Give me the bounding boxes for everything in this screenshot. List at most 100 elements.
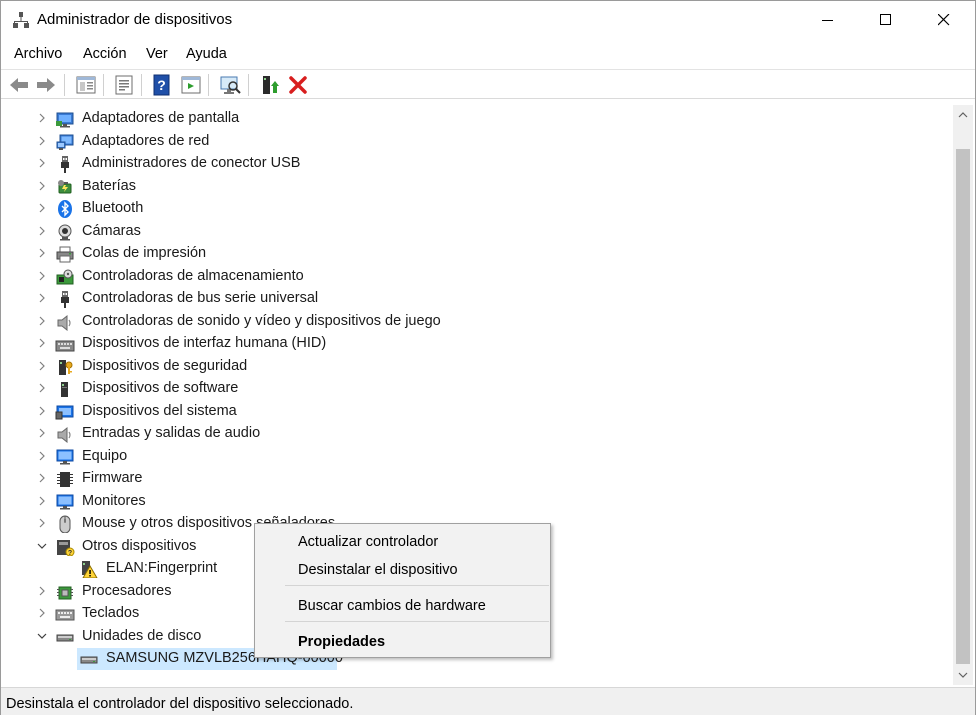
menu-ayuda[interactable]: Ayuda	[186, 46, 227, 62]
toolbar-separator	[141, 74, 142, 96]
scroll-up-icon[interactable]	[953, 105, 973, 125]
tree-item-label: Dispositivos de software	[82, 380, 239, 396]
menu-item-uninstall-device[interactable]: Desinstalar el dispositivo	[255, 557, 550, 583]
menu-bar: Archivo Acción Ver Ayuda	[1, 43, 975, 67]
tree-item-label: Administradores de conector USB	[82, 155, 301, 171]
chevron-right-icon[interactable]	[35, 246, 49, 260]
chevron-right-icon[interactable]	[35, 516, 49, 530]
device-category[interactable]: Dispositivos de software	[3, 378, 603, 400]
chevron-right-icon[interactable]	[35, 179, 49, 193]
action-pane-icon[interactable]	[179, 73, 203, 97]
menu-separator	[285, 621, 549, 622]
device-category[interactable]: Dispositivos del sistema	[3, 401, 603, 423]
tree-item-label: ELAN:Fingerprint	[106, 560, 218, 576]
uninstall-icon[interactable]	[286, 73, 310, 97]
device-category[interactable]: Bluetooth	[3, 198, 603, 220]
toolbar-separator	[208, 74, 209, 96]
chevron-right-icon[interactable]	[35, 111, 49, 125]
menu-item-scan-hardware[interactable]: Buscar cambios de hardware	[255, 593, 550, 619]
close-button[interactable]	[921, 1, 967, 39]
context-menu: Actualizar controlador Desinstalar el di…	[254, 523, 551, 658]
device-category[interactable]: Monitores	[3, 491, 603, 513]
vertical-scrollbar[interactable]	[953, 105, 973, 685]
scroll-down-icon[interactable]	[953, 665, 973, 685]
hid-icon	[55, 340, 75, 352]
device-category[interactable]: Colas de impresión	[3, 243, 603, 265]
chevron-right-icon[interactable]	[35, 156, 49, 170]
camera-icon	[58, 224, 72, 240]
maximize-button[interactable]	[863, 1, 909, 39]
scroll-thumb[interactable]	[956, 149, 970, 664]
chevron-right-icon[interactable]	[35, 584, 49, 598]
tree-item-label: Baterías	[82, 177, 136, 194]
chevron-right-icon[interactable]	[35, 449, 49, 463]
device-category[interactable]: Adaptadores de red	[3, 131, 603, 153]
menu-item-update-driver[interactable]: Actualizar controlador	[255, 529, 550, 555]
display-adapter-icon	[56, 112, 74, 128]
menu-archivo[interactable]: Archivo	[14, 46, 62, 62]
close-icon	[938, 14, 950, 26]
chevron-right-icon[interactable]	[35, 291, 49, 305]
computer-icon	[56, 449, 74, 464]
chevron-right-icon[interactable]	[35, 269, 49, 283]
storage-controller-icon	[56, 269, 74, 284]
tree-item-label: Firmware	[82, 470, 143, 486]
network-adapter-icon	[56, 134, 74, 150]
chevron-right-icon[interactable]	[35, 359, 49, 373]
bluetooth-icon	[58, 200, 72, 218]
chevron-down-icon[interactable]	[35, 629, 49, 643]
device-category[interactable]: Dispositivos de seguridad	[3, 356, 603, 378]
device-category[interactable]: Cámaras	[3, 221, 603, 243]
menu-item-properties[interactable]: Propiedades	[255, 629, 550, 655]
device-category[interactable]: Entradas y salidas de audio	[3, 423, 603, 445]
device-category[interactable]: Firmware	[3, 468, 603, 490]
help-icon[interactable]: ?	[150, 73, 174, 97]
device-category[interactable]: Adaptadores de pantalla	[3, 108, 603, 130]
chevron-right-icon[interactable]	[35, 381, 49, 395]
device-category[interactable]: Baterías	[3, 176, 603, 198]
chevron-right-icon[interactable]	[35, 471, 49, 485]
chevron-right-icon[interactable]	[35, 426, 49, 440]
device-category[interactable]: Controladoras de sonido y vídeo y dispos…	[3, 311, 603, 333]
chevron-right-icon[interactable]	[35, 404, 49, 418]
properties-icon[interactable]	[112, 73, 136, 97]
tree-item-label: Unidades de disco	[82, 627, 202, 644]
menu-separator	[285, 585, 549, 586]
device-category[interactable]: Administradores de conector USB	[3, 153, 603, 175]
chevron-right-icon[interactable]	[35, 494, 49, 508]
tree-item-label: Bluetooth	[82, 200, 144, 216]
chevron-right-icon[interactable]	[35, 134, 49, 148]
chevron-right-icon[interactable]	[35, 224, 49, 238]
tree-item-label: Otros dispositivos	[82, 537, 197, 554]
audio-io-icon	[57, 426, 71, 443]
device-category[interactable]: Controladoras de bus serie universal	[3, 288, 603, 310]
device-category[interactable]: Dispositivos de interfaz humana (HID)	[3, 333, 603, 355]
chevron-right-icon[interactable]	[35, 606, 49, 620]
svg-text:?: ?	[68, 550, 72, 556]
update-driver-icon[interactable]	[258, 73, 282, 97]
scan-hardware-icon[interactable]	[218, 73, 242, 97]
device-category[interactable]: Controladoras de almacenamiento	[3, 266, 603, 288]
device-category[interactable]: Equipo	[3, 446, 603, 468]
chevron-right-icon[interactable]	[35, 314, 49, 328]
processor-icon	[57, 586, 73, 599]
tree-item-label: Controladoras de bus serie universal	[82, 290, 319, 306]
tree-item-label: Cámaras	[82, 222, 141, 239]
show-hide-tree-icon[interactable]	[74, 73, 98, 97]
tree-item-label: Controladoras de sonido y vídeo y dispos…	[82, 312, 441, 329]
back-icon[interactable]	[7, 73, 31, 97]
menu-item-label: Actualizar controlador	[298, 534, 439, 550]
chevron-down-icon[interactable]	[35, 539, 49, 553]
tree-item-label: Entradas y salidas de audio	[82, 425, 261, 441]
menu-accion[interactable]: Acción	[83, 46, 127, 62]
sound-icon	[57, 314, 71, 331]
menu-ver[interactable]: Ver	[146, 46, 168, 62]
minimize-icon	[822, 20, 833, 21]
tree-item-label: Colas de impresión	[82, 245, 207, 261]
minimize-button[interactable]	[805, 1, 851, 39]
battery-icon	[58, 179, 72, 193]
chevron-right-icon[interactable]	[35, 201, 49, 215]
chevron-right-icon[interactable]	[35, 336, 49, 350]
forward-icon[interactable]	[34, 73, 58, 97]
disk-icon	[80, 656, 98, 664]
